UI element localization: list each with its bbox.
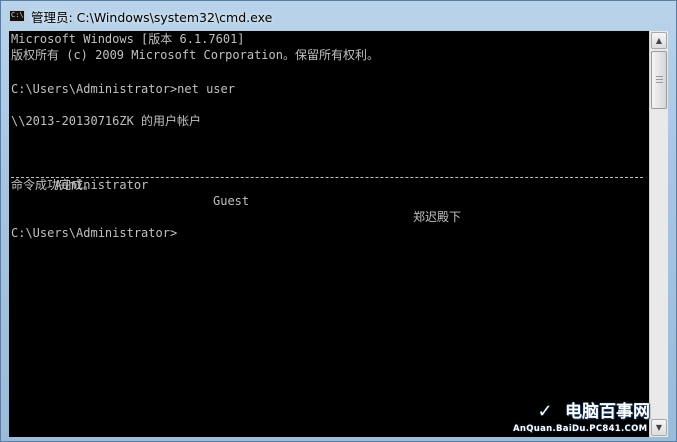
console-line-accounts-header: \\2013-20130716ZK 的用户帐户 <box>11 114 202 128</box>
grip-line <box>656 79 663 80</box>
console-line-version: Microsoft Windows [版本 6.1.7601] <box>11 32 245 46</box>
scroll-up-button[interactable]: ▲ <box>651 32 667 49</box>
console-result: 命令成功完成。 <box>11 178 96 192</box>
vertical-scrollbar[interactable]: ▲ ▼ <box>649 31 668 437</box>
console-line-copyright: 版权所有 (c) 2009 Microsoft Corporation。保留所有… <box>11 48 379 62</box>
grip-line <box>656 76 663 77</box>
user-guest: Guest <box>213 194 250 208</box>
watermark-logo-icon: ✓ <box>537 401 553 422</box>
console-prompt[interactable]: C:\Users\Administrator> <box>11 225 177 241</box>
title-bar[interactable]: C:\ 管理员: C:\Windows\system32\cmd.exe <box>1 1 676 31</box>
console-output[interactable]: Microsoft Windows [版本 6.1.7601] 版权所有 (c)… <box>9 31 649 437</box>
watermark-url: AnQuan.BaiDu.PC841.COM <box>513 424 648 434</box>
user-zhengchidianxia: 郑迟殿下 <box>413 210 462 224</box>
watermark: ✓ 电脑百事网 AnQuan.BaiDu.PC841.COM <box>513 399 671 439</box>
window-title: 管理员: C:\Windows\system32\cmd.exe <box>31 9 273 25</box>
cmd-icon[interactable]: C:\ <box>9 10 25 22</box>
grip-line <box>656 82 663 83</box>
user-list-row: Administrator Guest 郑迟殿下 <box>11 161 641 224</box>
cmd-window: C:\ 管理员: C:\Windows\system32\cmd.exe Mic… <box>0 0 677 442</box>
scroll-thumb[interactable] <box>651 51 667 109</box>
watermark-brand: 电脑百事网 <box>565 402 650 422</box>
console-line-command: C:\Users\Administrator>net user <box>11 82 235 96</box>
